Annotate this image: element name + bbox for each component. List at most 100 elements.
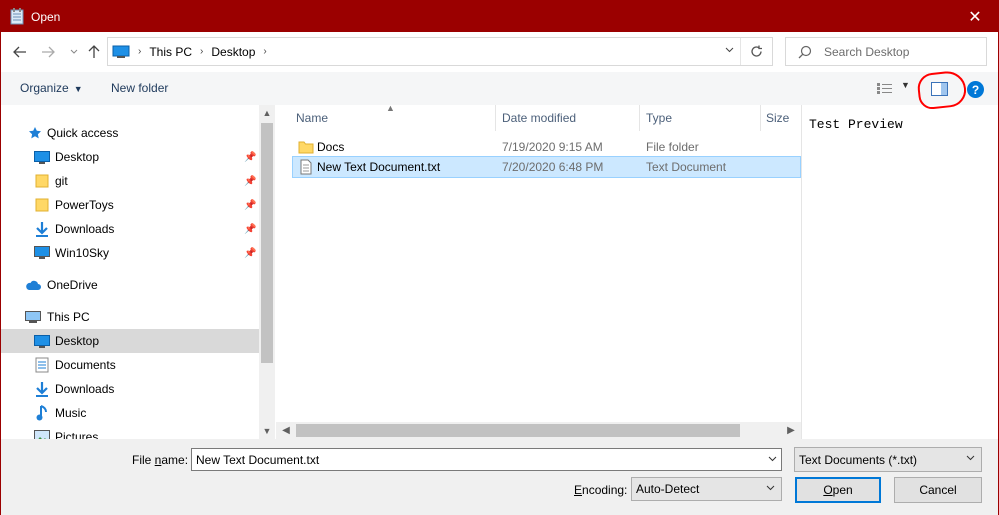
folder-icon bbox=[298, 141, 314, 154]
file-type-filter[interactable]: Text Documents (*.txt) bbox=[794, 447, 982, 472]
chevron-down-icon bbox=[725, 47, 734, 53]
folder-icon bbox=[34, 173, 50, 189]
nav-item-quick-access[interactable]: Quick access bbox=[1, 121, 259, 145]
column-header-name[interactable]: Name bbox=[296, 105, 328, 131]
scroll-left-icon[interactable]: ◀ bbox=[278, 422, 294, 439]
pin-icon: 📌 bbox=[244, 247, 257, 259]
file-date: 7/19/2020 9:15 AM bbox=[502, 140, 603, 154]
window-title: Open bbox=[31, 10, 61, 24]
pc-icon bbox=[112, 45, 130, 58]
recent-locations-button[interactable] bbox=[65, 43, 83, 61]
nav-label: PowerToys bbox=[55, 198, 114, 212]
column-label: Name bbox=[296, 111, 329, 125]
organize-button[interactable]: Organize ▼ bbox=[20, 81, 83, 95]
address-history-dropdown[interactable] bbox=[725, 45, 734, 56]
nav-item-onedrive[interactable]: OneDrive bbox=[1, 273, 259, 297]
file-name-value: New Text Document.txt bbox=[196, 452, 320, 467]
command-bar: Organize ▼ New folder ▼ ? bbox=[1, 69, 998, 111]
folder-icon bbox=[34, 197, 50, 213]
close-icon: ✕ bbox=[968, 8, 982, 26]
file-name-field[interactable]: New Text Document.txt bbox=[191, 448, 782, 471]
search-placeholder: Search Desktop bbox=[824, 44, 910, 59]
file-list-horizontal-scrollbar[interactable]: ◀ ▶ bbox=[276, 422, 801, 439]
nav-label: Quick access bbox=[47, 126, 119, 140]
column-divider[interactable] bbox=[639, 105, 640, 131]
column-header-type[interactable]: Type bbox=[646, 105, 672, 131]
preview-pane: Test Preview bbox=[801, 105, 998, 439]
pin-icon: 📌 bbox=[244, 175, 257, 187]
change-view-icon[interactable] bbox=[876, 82, 894, 95]
nav-item-downloads[interactable]: Downloads bbox=[1, 377, 259, 401]
file-type-filter-value: Text Documents (*.txt) bbox=[799, 452, 918, 467]
help-icon: ? bbox=[971, 82, 980, 97]
nav-label: This PC bbox=[47, 310, 90, 324]
arrow-left-icon bbox=[13, 46, 26, 58]
nav-label: Win10Sky bbox=[55, 246, 110, 260]
help-button[interactable]: ? bbox=[967, 81, 984, 98]
breadcrumb-separator-icon[interactable]: › bbox=[263, 46, 266, 57]
monitor-icon bbox=[34, 245, 50, 261]
view-options-dropdown[interactable]: ▼ bbox=[901, 80, 910, 90]
chevron-down-icon[interactable] bbox=[768, 454, 777, 464]
column-header-size[interactable]: Size bbox=[766, 105, 789, 131]
arrow-up-icon bbox=[88, 45, 100, 58]
nav-item-music[interactable]: Music bbox=[1, 401, 259, 425]
new-folder-button[interactable]: New folder bbox=[111, 81, 168, 95]
organize-label: Organize bbox=[20, 81, 69, 95]
file-name: Docs bbox=[317, 140, 345, 154]
breadcrumb-separator-icon[interactable]: › bbox=[200, 46, 203, 57]
nav-item-this-pc[interactable]: This PC bbox=[1, 305, 259, 329]
nav-item-win10sky[interactable]: Win10Sky 📌 bbox=[1, 241, 259, 265]
cancel-button[interactable]: Cancel bbox=[894, 477, 982, 503]
nav-item-powertoys[interactable]: PowerToys 📌 bbox=[1, 193, 259, 217]
chevron-down-icon bbox=[70, 49, 78, 54]
desktop-icon bbox=[34, 333, 50, 349]
column-divider[interactable] bbox=[760, 105, 761, 131]
refresh-button[interactable] bbox=[740, 38, 772, 65]
forward-button[interactable] bbox=[39, 43, 57, 61]
scrollbar-thumb[interactable] bbox=[261, 123, 273, 363]
music-icon bbox=[34, 405, 50, 421]
nav-label: Pictures bbox=[55, 430, 99, 439]
encoding-select[interactable]: Auto-Detect bbox=[631, 477, 782, 501]
scroll-up-icon[interactable]: ▲ bbox=[259, 105, 275, 121]
encoding-label: Encoding: bbox=[574, 483, 628, 497]
file-date: 7/20/2020 6:48 PM bbox=[502, 160, 604, 174]
text-file-icon bbox=[300, 159, 312, 175]
scroll-down-icon[interactable]: ▼ bbox=[259, 423, 275, 439]
star-icon bbox=[27, 125, 43, 141]
column-header-date-modified[interactable]: Date modified bbox=[502, 105, 576, 131]
nav-item-git[interactable]: git 📌 bbox=[1, 169, 259, 193]
nav-item-desktop-pinned[interactable]: Desktop 📌 bbox=[1, 145, 259, 169]
navigation-pane-scrollbar[interactable]: ▲ ▼ bbox=[259, 105, 275, 439]
breadcrumb-this-pc[interactable]: This PC bbox=[149, 45, 192, 59]
file-row-selected[interactable]: New Text Document.txt 7/20/2020 6:48 PM … bbox=[292, 156, 801, 178]
preview-text: Test Preview bbox=[809, 117, 903, 132]
search-icon bbox=[798, 45, 812, 58]
file-row[interactable]: Docs 7/19/2020 9:15 AM File folder bbox=[292, 136, 801, 158]
encoding-value: Auto-Detect bbox=[636, 482, 700, 496]
search-input[interactable]: Search Desktop bbox=[785, 37, 987, 66]
desktop-icon bbox=[34, 149, 50, 165]
refresh-icon bbox=[751, 45, 762, 57]
open-button[interactable]: Open bbox=[795, 477, 881, 503]
nav-item-documents[interactable]: Documents bbox=[1, 353, 259, 377]
nav-label: Desktop bbox=[55, 150, 100, 164]
breadcrumb-desktop[interactable]: Desktop bbox=[211, 45, 255, 59]
pc-icon bbox=[25, 309, 41, 325]
scroll-right-icon[interactable]: ▶ bbox=[783, 422, 799, 439]
up-button[interactable] bbox=[85, 43, 103, 61]
nav-label: Downloads bbox=[55, 222, 115, 236]
file-name-label: File name: bbox=[132, 453, 189, 467]
address-bar[interactable]: › This PC › Desktop › bbox=[107, 37, 773, 66]
notepad-icon bbox=[10, 8, 24, 25]
nav-item-pictures[interactable]: Pictures bbox=[1, 425, 259, 439]
column-divider[interactable] bbox=[495, 105, 496, 131]
nav-item-desktop[interactable]: Desktop bbox=[1, 329, 259, 353]
back-button[interactable] bbox=[11, 43, 29, 61]
close-button[interactable]: ✕ bbox=[952, 1, 998, 32]
nav-item-downloads-pinned[interactable]: Downloads 📌 bbox=[1, 217, 259, 241]
scrollbar-thumb[interactable] bbox=[296, 424, 740, 437]
dialog-footer: File name: New Text Document.txt Text Do… bbox=[1, 439, 998, 515]
nav-label: OneDrive bbox=[47, 278, 98, 292]
